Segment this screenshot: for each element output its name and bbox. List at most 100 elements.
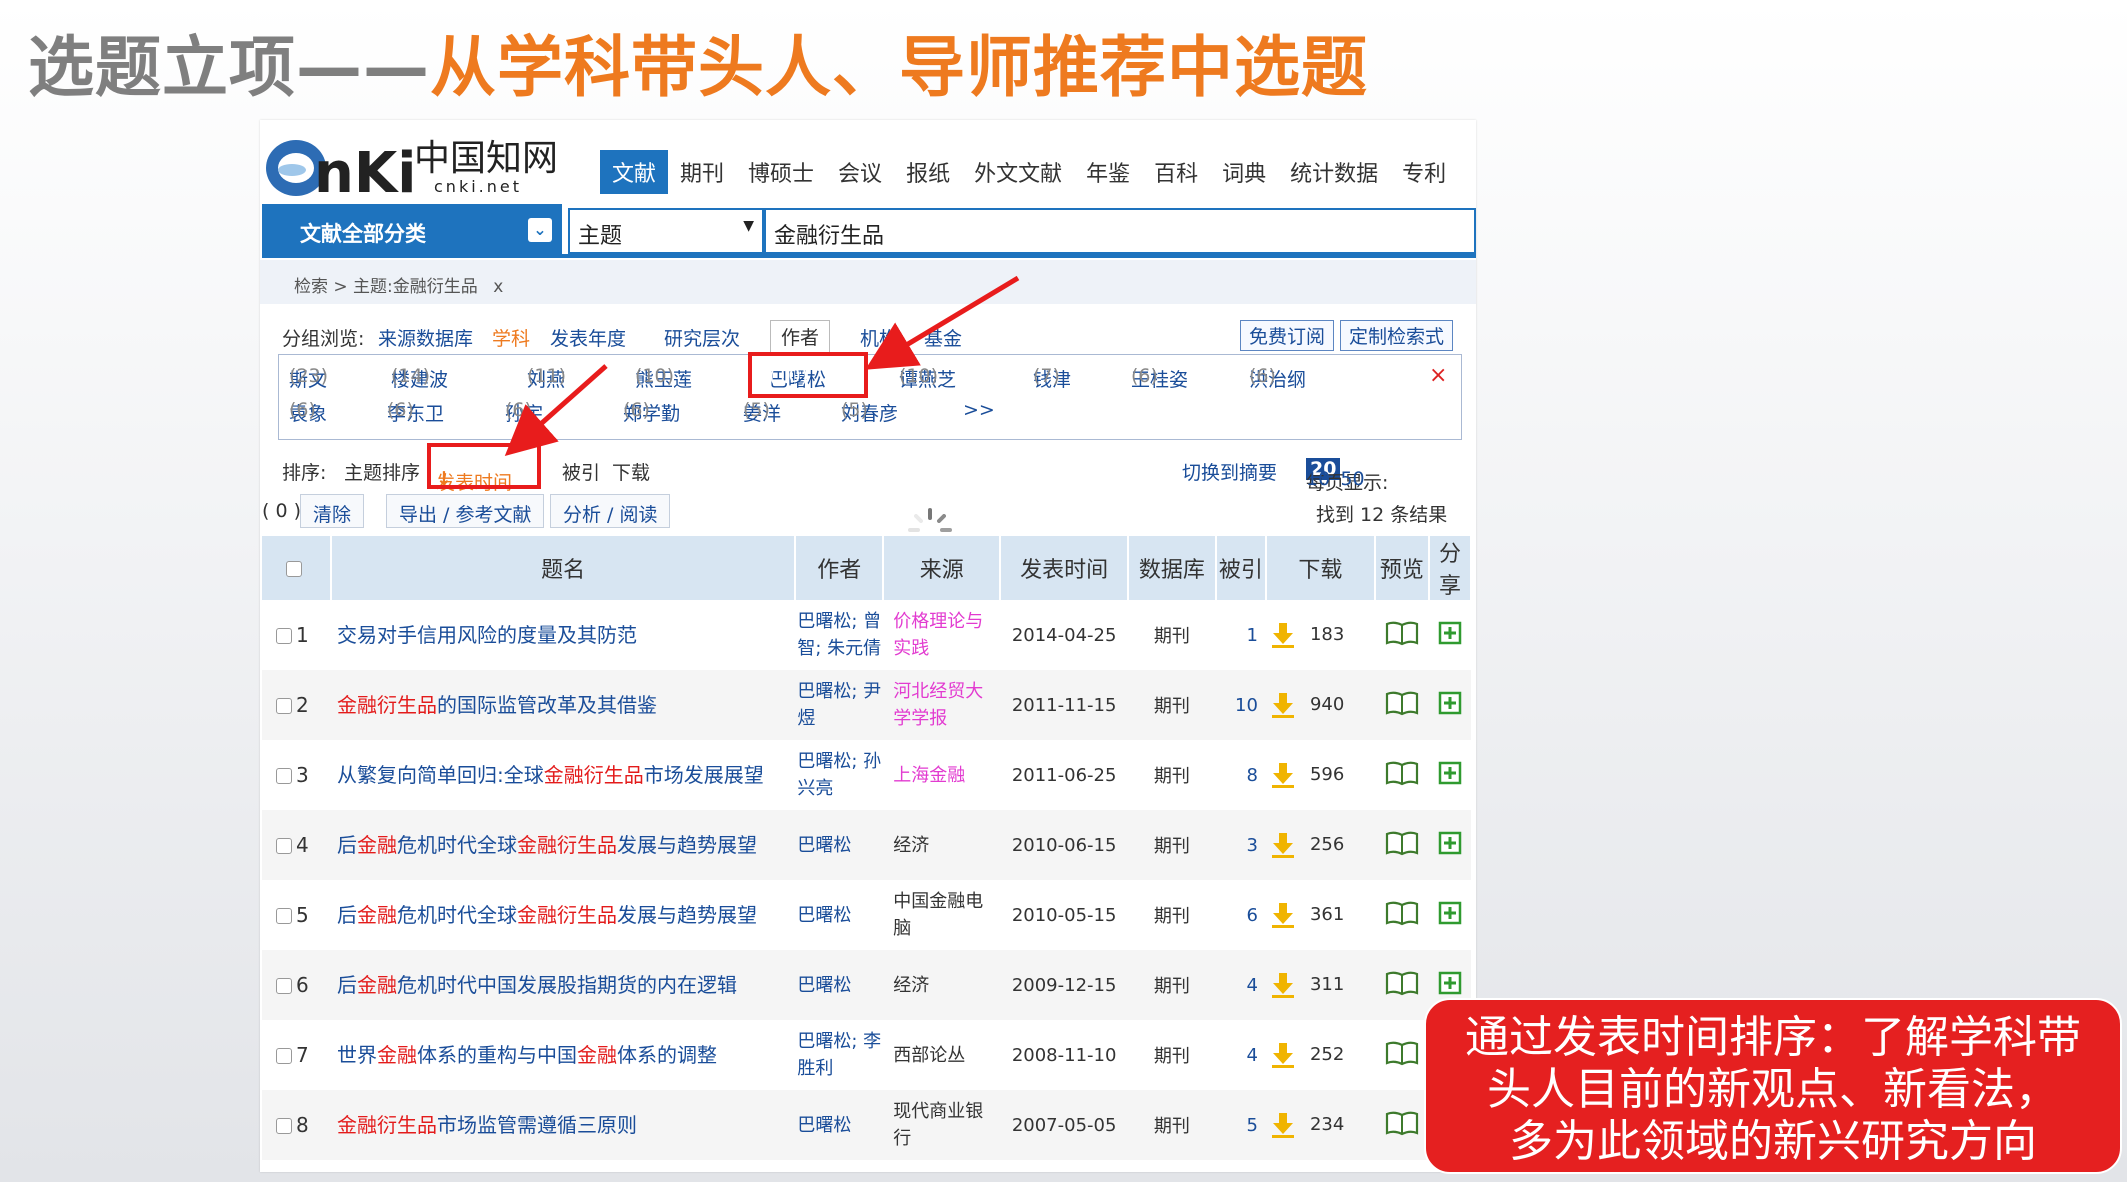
- row-title-link[interactable]: 从繁复向简单回归:全球金融衍生品市场发展展望: [331, 740, 795, 810]
- row-preview-button[interactable]: [1375, 600, 1429, 670]
- col-cite[interactable]: 被引: [1215, 536, 1267, 600]
- row-checkbox[interactable]: 7: [262, 1020, 331, 1090]
- row-title-link[interactable]: 后金融危机时代中国发展股指期货的内在逻辑: [331, 950, 796, 1020]
- row-author[interactable]: 巴曙松; 李胜利: [795, 1020, 883, 1090]
- nav-item-waiwen[interactable]: 外文文献: [962, 150, 1074, 194]
- more-authors-link[interactable]: >>: [963, 399, 995, 421]
- per-page-10[interactable]: 10: [1306, 468, 1330, 490]
- per-page-50[interactable]: 50: [1340, 468, 1364, 490]
- nav-item-huiyi[interactable]: 会议: [826, 150, 894, 194]
- row-preview-button[interactable]: [1375, 880, 1429, 950]
- nav-item-zhuanli[interactable]: 专利: [1390, 150, 1458, 194]
- row-download[interactable]: 361: [1266, 880, 1375, 950]
- row-share-button[interactable]: [1429, 600, 1471, 670]
- nav-item-boshuoshi[interactable]: 博硕士: [736, 150, 826, 194]
- group-tab-subject[interactable]: 学科: [492, 324, 530, 351]
- row-preview-button[interactable]: [1375, 1020, 1429, 1090]
- nav-item-baike[interactable]: 百科: [1142, 150, 1210, 194]
- group-tab-source[interactable]: 来源数据库: [378, 324, 473, 351]
- row-checkbox[interactable]: 3: [262, 740, 331, 810]
- row-download[interactable]: 252: [1266, 1020, 1375, 1090]
- row-checkbox[interactable]: 6: [262, 950, 332, 1020]
- search-input[interactable]: 金融衍生品: [764, 208, 1476, 254]
- row-download[interactable]: 940: [1265, 670, 1375, 740]
- row-checkbox[interactable]: 8: [262, 1090, 332, 1160]
- row-preview-button[interactable]: [1374, 950, 1430, 1020]
- col-download[interactable]: 下载: [1265, 536, 1376, 600]
- row-download[interactable]: 596: [1266, 740, 1375, 810]
- nav-item-qikan[interactable]: 期刊: [668, 150, 736, 194]
- nav-item-nianjian[interactable]: 年鉴: [1074, 150, 1142, 194]
- row-source[interactable]: 经济: [883, 950, 1001, 1020]
- row-download[interactable]: 256: [1265, 810, 1375, 880]
- row-author[interactable]: 巴曙松; 尹煜: [795, 670, 884, 740]
- row-title-link[interactable]: 后金融危机时代全球金融衍生品发展与趋势展望: [331, 810, 796, 880]
- nav-item-baozhi[interactable]: 报纸: [894, 150, 962, 194]
- row-title-link[interactable]: 金融衍生品的国际监管改革及其借鉴: [331, 670, 796, 740]
- row-cite-count[interactable]: 4: [1215, 950, 1266, 1020]
- nav-item-tongji[interactable]: 统计数据: [1278, 150, 1390, 194]
- row-cite-count[interactable]: 4: [1216, 1020, 1266, 1090]
- row-source[interactable]: 现代商业银行: [883, 1090, 1001, 1160]
- group-tab-author[interactable]: 作者: [770, 320, 831, 352]
- group-tab-year[interactable]: 发表年度: [550, 324, 626, 351]
- sort-by-cite[interactable]: 被引: [562, 458, 600, 485]
- row-preview-button[interactable]: [1374, 810, 1430, 880]
- row-share-button[interactable]: [1429, 880, 1471, 950]
- row-preview-button[interactable]: [1374, 670, 1430, 740]
- row-title-link[interactable]: 世界金融体系的重构与中国金融体系的调整: [331, 1020, 795, 1090]
- row-author[interactable]: 巴曙松; 曾智; 朱元倩: [795, 600, 883, 670]
- group-tab-level[interactable]: 研究层次: [664, 324, 740, 351]
- row-cite-count[interactable]: 3: [1215, 810, 1266, 880]
- analyze-button[interactable]: 分析 / 阅读: [550, 494, 671, 528]
- export-button[interactable]: 导出 / 参考文献: [386, 494, 545, 528]
- sort-by-theme[interactable]: 主题排序: [344, 458, 420, 485]
- row-title-link[interactable]: 金融衍生品市场监管需遵循三原则: [331, 1090, 796, 1160]
- row-download[interactable]: 311: [1265, 950, 1375, 1020]
- clear-button[interactable]: 清除: [300, 494, 365, 528]
- switch-to-abstract-link[interactable]: 切换到摘要: [1182, 458, 1277, 485]
- row-preview-button[interactable]: [1374, 1090, 1430, 1160]
- col-date[interactable]: 发表时间: [1000, 536, 1129, 600]
- row-source[interactable]: 西部论丛: [883, 1020, 1000, 1090]
- nav-item-wenxian[interactable]: 文献: [600, 150, 669, 194]
- row-checkbox[interactable]: 2: [262, 670, 332, 740]
- row-author[interactable]: 巴曙松: [795, 1090, 884, 1160]
- row-preview-button[interactable]: [1375, 740, 1429, 810]
- group-tab-fund[interactable]: 基金: [924, 324, 962, 351]
- row-source[interactable]: 上海金融: [883, 740, 1000, 810]
- row-cite-count[interactable]: 6: [1216, 880, 1266, 950]
- row-source[interactable]: 经济: [883, 810, 1001, 880]
- row-cite-count[interactable]: 5: [1215, 1090, 1266, 1160]
- row-download[interactable]: 234: [1265, 1090, 1375, 1160]
- row-checkbox[interactable]: 5: [262, 880, 331, 950]
- sort-by-download[interactable]: 下载: [612, 458, 650, 485]
- close-icon[interactable]: ×: [1429, 363, 1447, 388]
- breadcrumb-close-icon[interactable]: x: [493, 277, 503, 297]
- row-checkbox[interactable]: 4: [262, 810, 332, 880]
- row-share-button[interactable]: [1429, 810, 1471, 880]
- select-all-checkbox[interactable]: [262, 536, 333, 600]
- row-source[interactable]: 价格理论与实践: [883, 600, 1000, 670]
- row-author[interactable]: 巴曙松: [795, 880, 883, 950]
- nav-item-cidian[interactable]: 词典: [1210, 150, 1278, 194]
- row-author[interactable]: 巴曙松; 孙兴亮: [795, 740, 883, 810]
- row-title-link[interactable]: 交易对手信用风险的度量及其防范: [331, 600, 795, 670]
- category-dropdown[interactable]: 文献全部分类 ⌄: [262, 204, 562, 258]
- row-author[interactable]: 巴曙松: [795, 810, 884, 880]
- row-cite-count[interactable]: 8: [1216, 740, 1266, 810]
- group-tab-institution[interactable]: 机构: [860, 324, 898, 351]
- row-author[interactable]: 巴曙松: [795, 950, 884, 1020]
- row-title-link[interactable]: 后金融危机时代全球金融衍生品发展与趋势展望: [331, 880, 795, 950]
- free-subscribe-button[interactable]: 免费订阅: [1240, 320, 1335, 351]
- row-cite-count[interactable]: 10: [1215, 670, 1266, 740]
- row-share-button[interactable]: [1429, 740, 1471, 810]
- row-cite-count[interactable]: 1: [1216, 600, 1266, 670]
- row-source[interactable]: 河北经贸大学学报: [883, 670, 1001, 740]
- row-checkbox[interactable]: 1: [262, 600, 331, 670]
- row-download[interactable]: 183: [1266, 600, 1375, 670]
- custom-query-button[interactable]: 定制检索式: [1340, 320, 1454, 351]
- row-source[interactable]: 中国金融电脑: [883, 880, 1000, 950]
- field-select[interactable]: 主题 ▼: [568, 208, 764, 254]
- row-share-button[interactable]: [1429, 670, 1471, 740]
